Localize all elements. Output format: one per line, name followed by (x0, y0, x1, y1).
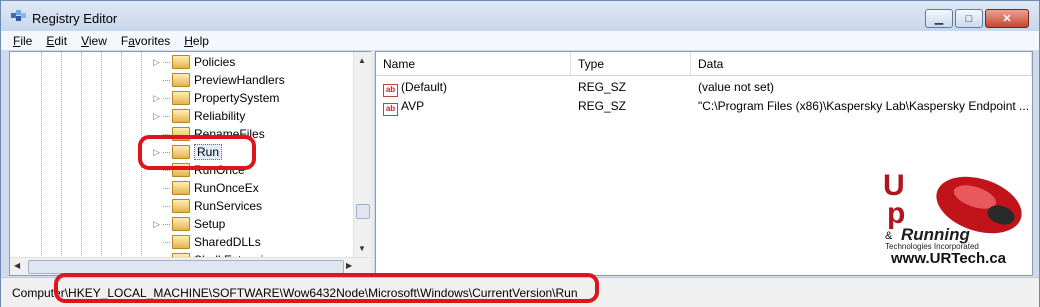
tree-connector (163, 241, 170, 243)
tree-item-label: Policies (194, 55, 236, 69)
tree-guide-line (81, 52, 82, 274)
maximize-icon: □ (965, 12, 973, 25)
value-data-cell: "C:\Program Files (x86)\Kaspersky Lab\Ka… (698, 99, 1028, 113)
tree-connector (163, 97, 170, 99)
tree-item-label: Setup (194, 217, 226, 231)
folder-icon (172, 73, 190, 87)
run-key-highlight (138, 135, 256, 170)
expand-arrow-icon[interactable]: ▷ (153, 219, 163, 230)
column-header-type[interactable]: Type (571, 52, 691, 75)
menu-bar: File Edit View Favorites Help (1, 31, 1039, 50)
folder-icon (172, 55, 190, 69)
tree-item-label: Reliability (194, 109, 246, 123)
tree-vertical-scrollbar[interactable]: ▲ ▼ (353, 52, 371, 258)
menu-help[interactable]: Help (184, 34, 209, 48)
column-header-name[interactable]: Name (376, 52, 571, 75)
tree-connector (163, 205, 170, 207)
svg-text:&: & (885, 230, 893, 242)
expand-arrow-icon[interactable]: ▷ (153, 57, 163, 68)
scroll-down-arrow-icon[interactable]: ▼ (358, 244, 366, 253)
tree-item-label: SharedDLLs (194, 235, 261, 249)
tree-guide-line (41, 52, 42, 274)
tree-connector (163, 115, 170, 117)
value-name: AVP (401, 99, 425, 113)
column-header-data[interactable]: Data (691, 52, 1032, 75)
tree-guide-line (101, 52, 102, 274)
folder-icon (172, 235, 190, 249)
folder-icon (172, 91, 190, 105)
string-value-icon: ab (383, 103, 398, 116)
tree-connector (163, 79, 170, 81)
maximize-button[interactable]: □ (955, 9, 983, 28)
value-type-cell: REG_SZ (578, 99, 627, 113)
folder-icon (172, 181, 190, 195)
value-data-cell: (value not set) (698, 80, 775, 94)
pane-splitter[interactable] (371, 51, 374, 275)
folder-icon (172, 109, 190, 123)
tree-item-label: PreviewHandlers (194, 73, 285, 87)
tree-item[interactable]: RunOnceEx (153, 179, 259, 197)
folder-icon (172, 199, 190, 213)
tree-scroll-thumb[interactable] (356, 204, 370, 219)
menu-file[interactable]: File (13, 34, 32, 48)
title-bar[interactable]: Registry Editor ▁ □ ✕ (1, 1, 1039, 31)
tree-item-label: RunOnceEx (194, 181, 259, 195)
tree-guide-line (121, 52, 122, 274)
scroll-left-arrow-icon[interactable]: ◀ (14, 261, 20, 270)
list-header: Name Type Data (376, 52, 1032, 76)
tree-item[interactable]: ▷ Setup (153, 215, 225, 233)
registry-editor-window: Registry Editor ▁ □ ✕ File Edit View Fav… (0, 0, 1040, 307)
tree-item[interactable]: ▷ PropertySystem (153, 89, 279, 107)
tree-guide-line (61, 52, 62, 274)
path-highlight (54, 273, 599, 303)
tree-item[interactable]: ▷ Reliability (153, 107, 245, 125)
value-type-cell: REG_SZ (578, 80, 627, 94)
tree-item[interactable]: PreviewHandlers (153, 71, 285, 89)
expand-arrow-icon[interactable]: ▷ (153, 93, 163, 104)
menu-favorites[interactable]: Favorites (121, 34, 170, 48)
minimize-button[interactable]: ▁ (925, 9, 953, 28)
value-name-cell: ab AVP (383, 99, 424, 116)
expand-arrow-icon[interactable]: ▷ (153, 111, 163, 122)
value-name: (Default) (401, 80, 448, 94)
tree-item[interactable]: ▷ Policies (153, 53, 235, 71)
scroll-right-arrow-icon[interactable]: ▶ (346, 261, 352, 270)
value-name-cell: ab (Default) (383, 80, 447, 97)
tree-connector (163, 61, 170, 63)
tree-hscroll-thumb[interactable] (28, 260, 344, 274)
value-row[interactable]: ab (Default) REG_SZ (value not set) (376, 78, 1032, 97)
minimize-icon: ▁ (934, 13, 944, 25)
tree-item[interactable]: RunServices (153, 197, 262, 215)
tree-connector (163, 187, 170, 189)
registry-editor-icon (11, 10, 26, 21)
value-row[interactable]: ab AVP REG_SZ "C:\Program Files (x86)\Kaspe… (376, 97, 1032, 116)
menu-view[interactable]: View (81, 34, 107, 48)
close-icon: ✕ (1002, 13, 1012, 25)
close-button[interactable]: ✕ (985, 9, 1029, 28)
string-value-icon: ab (383, 84, 398, 97)
tree-item-label: RunServices (194, 199, 263, 213)
menu-edit[interactable]: Edit (46, 34, 67, 48)
tree-item-label: PropertySystem (194, 91, 280, 105)
folder-icon (172, 217, 190, 231)
window-controls: ▁ □ ✕ (923, 9, 1029, 28)
logo-url: www.URTech.ca (891, 250, 1007, 267)
scroll-up-arrow-icon[interactable]: ▲ (358, 56, 366, 65)
tree-item[interactable]: SharedDLLs (153, 233, 261, 251)
tree-connector (163, 223, 170, 225)
window-title: Registry Editor (32, 11, 118, 26)
